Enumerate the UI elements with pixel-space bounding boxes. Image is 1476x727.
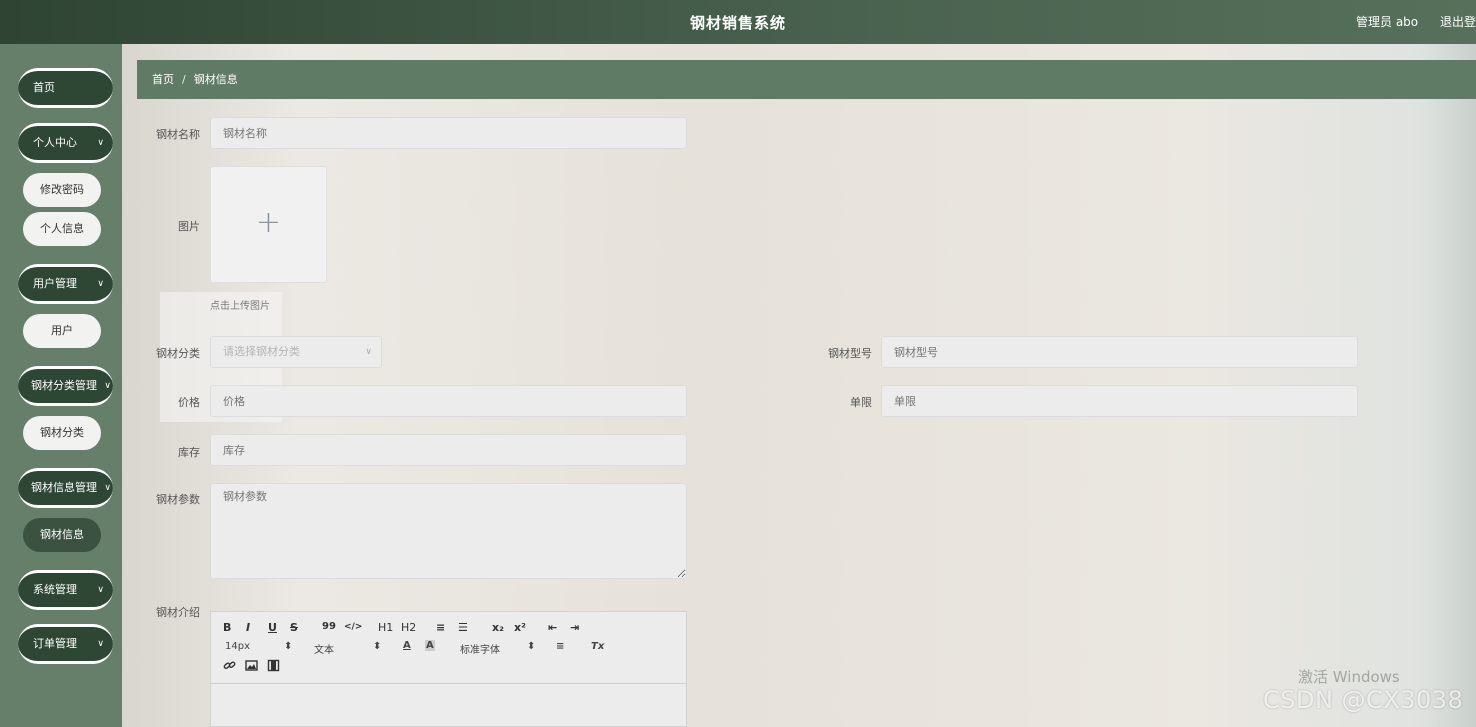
stock-label: 库存 [178,446,200,459]
app-title: 钢材销售系统 [689,14,786,32]
upload-hint: 点击上传图片 [210,301,270,312]
sidebar-item-label: 订单管理 [33,637,77,650]
sidebar-item-category-management[interactable]: 钢材分类管理 ∨ [18,366,113,406]
name-label: 钢材名称 [156,128,200,141]
sidebar-item-personal[interactable]: 个人中心 ∨ [18,123,113,163]
csdn-watermark: CSDN @CX3038 [1263,686,1464,714]
subscript-button[interactable]: x₂ [492,621,504,634]
sidebar-item-home[interactable]: 首页 [18,68,113,108]
windows-activation-watermark: 激活 Windows [1298,668,1400,686]
params-textarea[interactable] [210,483,687,579]
ordered-list-icon[interactable]: ≡ [436,621,445,634]
bold-button[interactable]: B [223,621,231,634]
heading-select[interactable]: 文本 [314,641,334,656]
intro-label: 钢材介绍 [156,606,200,619]
breadcrumb-current: 钢材信息 [193,73,238,86]
strike-button[interactable]: S [290,621,298,634]
sidebar-item-label: 钢材分类管理 [31,379,97,392]
background-color-icon[interactable]: A [425,640,435,651]
stock-input[interactable] [210,434,687,466]
link-icon[interactable] [223,659,236,672]
sidebar-item-system-management[interactable]: 系统管理 ∨ [18,570,113,610]
model-label: 钢材型号 [828,347,872,360]
chevron-updown-icon: ⬍ [527,641,536,652]
logout-link[interactable]: 退出登 [1440,13,1476,30]
image-icon[interactable] [245,659,258,672]
limit-input[interactable] [881,385,1358,417]
category-label: 钢材分类 [156,347,200,360]
chevron-down-icon: ∨ [104,483,111,493]
sidebar-item-change-password[interactable]: 修改密码 [23,173,101,207]
image-label: 图片 [178,220,200,233]
indent-icon[interactable]: ⇥ [570,621,579,634]
price-label: 价格 [178,396,200,409]
align-icon[interactable]: ≡ [556,641,564,652]
code-block-button[interactable]: </> [344,622,362,632]
image-upload[interactable]: + [210,166,327,283]
chevron-updown-icon: ⬍ [373,641,382,652]
clear-format-icon[interactable]: Tx [591,641,604,652]
h1-button[interactable]: H1 [378,621,393,634]
font-family-select[interactable]: 标准字体 [460,641,500,656]
italic-button[interactable]: I [246,621,250,634]
editor-content-area[interactable] [211,683,686,727]
price-input[interactable] [210,385,687,417]
sidebar-item-label: 用户管理 [33,277,77,290]
chevron-down-icon: ∨ [104,381,111,391]
bullet-list-icon[interactable]: ☰ [458,621,468,634]
outdent-icon[interactable]: ⇤ [548,621,557,634]
sidebar-item-label: 个人中心 [33,136,77,149]
chevron-updown-icon: ⬍ [284,641,293,652]
admin-user-label: 管理员 abo [1356,15,1419,29]
sidebar-item-user[interactable]: 用户 [23,314,101,348]
chevron-down-icon: ∨ [97,585,104,595]
breadcrumb: 首页 / 钢材信息 [137,60,1476,99]
chevron-down-icon: ∨ [97,279,104,289]
sidebar-item-info-management[interactable]: 钢材信息管理 ∨ [18,468,113,508]
plus-icon: + [255,205,282,240]
top-bar: 钢材销售系统 管理员 abo 退出登 [0,0,1476,44]
superscript-button[interactable]: x² [514,621,526,634]
rich-text-editor: B I U S 99 </> H1 H2 ≡ ☰ x₂ x² ⇤ ⇥ 14px … [210,611,687,727]
category-placeholder: 请选择钢材分类 [223,345,300,358]
sidebar-item-label: 钢材信息管理 [31,481,97,494]
limit-label: 单限 [850,396,872,409]
sidebar-item-label: 首页 [33,81,55,94]
underline-button[interactable]: U [268,621,277,634]
sidebar-item-order-management[interactable]: 订单管理 ∨ [18,624,113,664]
chevron-down-icon: ∨ [97,639,104,649]
blockquote-button[interactable]: 99 [322,621,336,632]
sidebar-item-personal-info[interactable]: 个人信息 [23,212,101,246]
font-size-select[interactable]: 14px [225,641,250,652]
breadcrumb-separator: / [182,73,186,86]
h2-button[interactable]: H2 [401,621,416,634]
video-icon[interactable] [267,659,280,672]
chevron-down-icon: ∨ [365,347,372,357]
sidebar-item-steel-info[interactable]: 钢材信息 [23,518,101,552]
name-input[interactable] [210,117,687,149]
sidebar-item-category[interactable]: 钢材分类 [23,416,101,450]
breadcrumb-home[interactable]: 首页 [152,73,174,86]
params-label: 钢材参数 [156,493,200,506]
model-input[interactable] [881,336,1358,368]
font-color-icon[interactable]: A [403,640,411,651]
chevron-down-icon: ∨ [97,138,104,148]
sidebar-item-label: 系统管理 [33,583,77,596]
category-select[interactable]: 请选择钢材分类 ∨ [210,336,382,368]
sidebar-item-user-management[interactable]: 用户管理 ∨ [18,264,113,304]
